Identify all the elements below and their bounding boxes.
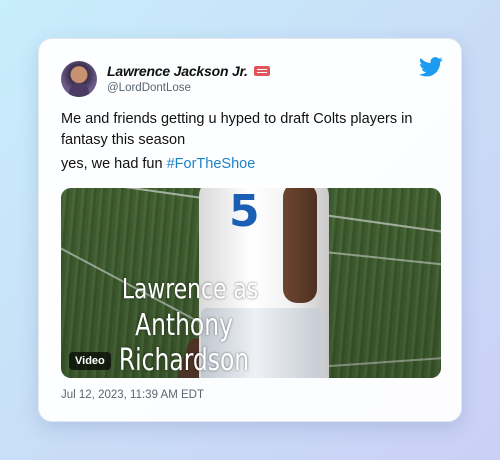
affiliation-badge-icon [253,66,270,76]
author-row: Lawrence Jackson Jr. [107,63,270,79]
hashtag-link[interactable]: #ForTheShoe [167,156,256,172]
jersey-number: 5 [229,188,260,237]
tweet-text: Me and friends getting u hyped to draft … [61,111,413,148]
tweet-timestamp[interactable]: Jul 12, 2023, 11:39 AM EDT [61,389,204,401]
tweet-card[interactable]: Lawrence Jackson Jr. @LordDontLose Me an… [38,38,462,422]
author-name[interactable]: Lawrence Jackson Jr. [107,63,248,79]
tweet-text-line2: yes, we had fun #ForTheShoe [61,156,255,172]
video-media[interactable]: 5 Lawrence as Anthony Richardson Video [61,188,441,378]
avatar[interactable] [61,61,97,97]
video-badge: Video [69,352,111,370]
twitter-bird-icon[interactable] [419,57,443,77]
tweet-text-prefix: yes, we had fun [61,156,167,172]
video-caption-line1: Lawrence as [121,272,259,305]
author-handle[interactable]: @LordDontLose [107,82,191,94]
video-caption-line2: Anthony Richardson [118,308,250,378]
